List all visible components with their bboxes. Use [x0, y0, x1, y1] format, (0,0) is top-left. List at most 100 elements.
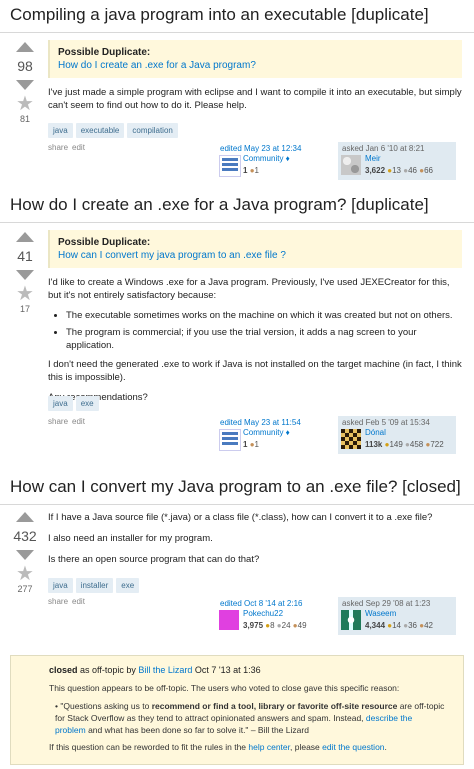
editor-signature: edited May 23 at 11:54 Community ♦ 1 ●1 — [216, 416, 334, 454]
silver-badges: 36 — [408, 621, 417, 630]
closed-date: Oct 7 '13 at 1:36 — [192, 665, 261, 675]
post-menu: share edit — [48, 143, 89, 152]
question-text: I've just made a simple program with ecl… — [48, 87, 462, 111]
duplicate-label: Possible Duplicate: — [58, 237, 151, 248]
edit-link[interactable]: edit — [72, 143, 85, 152]
edit-link[interactable]: edit — [72, 597, 85, 606]
favorite-star-icon[interactable]: ★ — [10, 94, 40, 114]
user-avatar[interactable] — [341, 429, 361, 449]
upvote-arrow-icon[interactable] — [16, 232, 34, 242]
rep-score: 113k — [365, 440, 383, 449]
list-item: The executable sometimes works on the ma… — [66, 309, 462, 322]
vote-count: 41 — [17, 248, 33, 264]
rep-score: 1 — [243, 166, 248, 175]
asker-signature: asked Feb 5 '09 at 15:34 Dónal 113k ●149… — [338, 416, 456, 454]
closed-notice: closed as off-topic by Bill the Lizard O… — [10, 655, 464, 765]
asked-time: asked Jan 6 '10 at 8:21 — [342, 144, 425, 153]
downvote-arrow-icon[interactable] — [16, 270, 34, 280]
downvote-arrow-icon[interactable] — [16, 550, 34, 560]
closed-quote: • "Questions asking us to recommend or f… — [55, 701, 445, 735]
rep-score: 3,622 — [365, 166, 386, 175]
post-body: Possible Duplicate: How do I create an .… — [48, 40, 462, 190]
upvote-arrow-icon[interactable] — [16, 42, 34, 52]
community-avatar[interactable] — [219, 155, 241, 177]
edit-question-link[interactable]: edit the question — [322, 742, 384, 752]
edit-link[interactable]: edit — [72, 417, 85, 426]
editor-signature: edited May 23 at 12:34 Community ♦ 1 ●1 — [216, 142, 334, 180]
question-1: Compiling a java program into an executa… — [0, 0, 474, 190]
share-link[interactable]: share — [48, 143, 68, 152]
favorite-count: 277 — [17, 584, 33, 594]
tag[interactable]: installer — [75, 578, 114, 593]
asker-signature: asked Sep 29 '08 at 1:23 Waseem 4,344 ●1… — [338, 597, 456, 635]
tag-list: java executable compilation — [48, 120, 181, 138]
user-avatar[interactable] — [341, 610, 361, 630]
editor-name[interactable]: Community ♦ — [243, 428, 290, 437]
gold-badges: 14 — [392, 621, 402, 630]
asker-signature: asked Jan 6 '10 at 8:21 Meir 3,622 ●13 ●… — [338, 142, 456, 180]
user-avatar[interactable] — [341, 155, 361, 175]
bullet-list: The executable sometimes works on the ma… — [48, 309, 462, 352]
tag[interactable]: exe — [75, 396, 99, 411]
post-body: Possible Duplicate: How can I convert my… — [48, 230, 462, 472]
gold-badges: 8 — [270, 621, 275, 630]
closer-link[interactable]: Bill the Lizard — [138, 665, 192, 675]
divider — [0, 32, 474, 33]
asker-name[interactable]: Waseem — [365, 609, 396, 618]
tag[interactable]: java — [48, 396, 73, 411]
editor-name[interactable]: Community ♦ — [243, 154, 290, 163]
silver-badges: 24 — [281, 621, 291, 630]
vote-count: 432 — [13, 528, 37, 544]
question-3: How can I convert my Java program to an … — [0, 472, 474, 652]
tag[interactable]: exe — [116, 578, 140, 593]
duplicate-notice: Possible Duplicate: How can I convert my… — [48, 230, 462, 268]
favorite-count: 17 — [19, 304, 30, 314]
tag[interactable]: executable — [75, 123, 125, 138]
favorite-star-icon[interactable]: ★ — [10, 564, 40, 584]
upvote-arrow-icon[interactable] — [16, 512, 34, 522]
asker-name[interactable]: Meir — [365, 154, 381, 163]
asker-reputation: 4,344 ●14 ●36 ●42 — [365, 621, 433, 630]
closed-label: closed — [49, 665, 78, 675]
edited-time[interactable]: edited May 23 at 11:54 — [216, 416, 334, 427]
bronze-badges: 49 — [297, 621, 307, 630]
question-text: I don't need the generated .exe to work … — [48, 359, 462, 383]
edited-time[interactable]: edited Oct 8 '14 at 2:16 — [216, 597, 334, 608]
closed-reason: This question appears to be off-topic. T… — [49, 683, 400, 693]
community-avatar[interactable] — [219, 429, 241, 451]
editor-name[interactable]: Pokechu22 — [243, 609, 283, 618]
list-item: The program is commercial; if you use th… — [66, 326, 462, 352]
editor-reputation: 3,975 ●8 ●24 ●49 — [243, 621, 307, 630]
tag[interactable]: compilation — [127, 123, 178, 138]
question-text: I'd like to create a Windows .exe for a … — [48, 277, 450, 301]
question-title[interactable]: Compiling a java program into an executa… — [0, 0, 474, 26]
bronze-badges: 66 — [424, 166, 433, 175]
downvote-arrow-icon[interactable] — [16, 80, 34, 90]
user-avatar[interactable] — [219, 610, 239, 630]
duplicate-link[interactable]: How do I create an .exe for a Java progr… — [58, 60, 256, 71]
quote-bold-text: recommend or find a tool, library or fav… — [151, 701, 398, 711]
vote-cell: 41 ★ 17 — [10, 232, 40, 314]
share-link[interactable]: share — [48, 417, 68, 426]
favorite-star-icon[interactable]: ★ — [10, 284, 40, 304]
reword-note: If this question can be reworded to fit … — [49, 741, 387, 753]
reword-text: , please — [290, 742, 323, 752]
tag[interactable]: java — [48, 123, 73, 138]
editor-signature: edited Oct 8 '14 at 2:16 Pokechu22 3,975… — [216, 597, 334, 635]
gold-badges: 149 — [389, 440, 403, 449]
share-link[interactable]: share — [48, 597, 68, 606]
tag[interactable]: java — [48, 578, 73, 593]
duplicate-label: Possible Duplicate: — [58, 47, 151, 58]
edited-time[interactable]: edited May 23 at 12:34 — [216, 142, 334, 153]
asker-reputation: 113k ●149 ●458 ●722 — [365, 440, 444, 449]
quote-text: "Questions asking us to — [60, 701, 152, 711]
divider — [0, 222, 474, 223]
question-text: Any recommendations? — [48, 392, 148, 403]
duplicate-link[interactable]: How can I convert my java program to an … — [58, 250, 286, 261]
asker-name[interactable]: Dónal — [365, 428, 386, 437]
favorite-count: 81 — [19, 114, 30, 124]
question-title[interactable]: How can I convert my Java program to an … — [0, 472, 474, 498]
help-center-link[interactable]: help center — [248, 742, 290, 752]
question-text: Is there an open source program that can… — [48, 554, 260, 565]
question-title[interactable]: How do I create an .exe for a Java progr… — [0, 190, 474, 216]
